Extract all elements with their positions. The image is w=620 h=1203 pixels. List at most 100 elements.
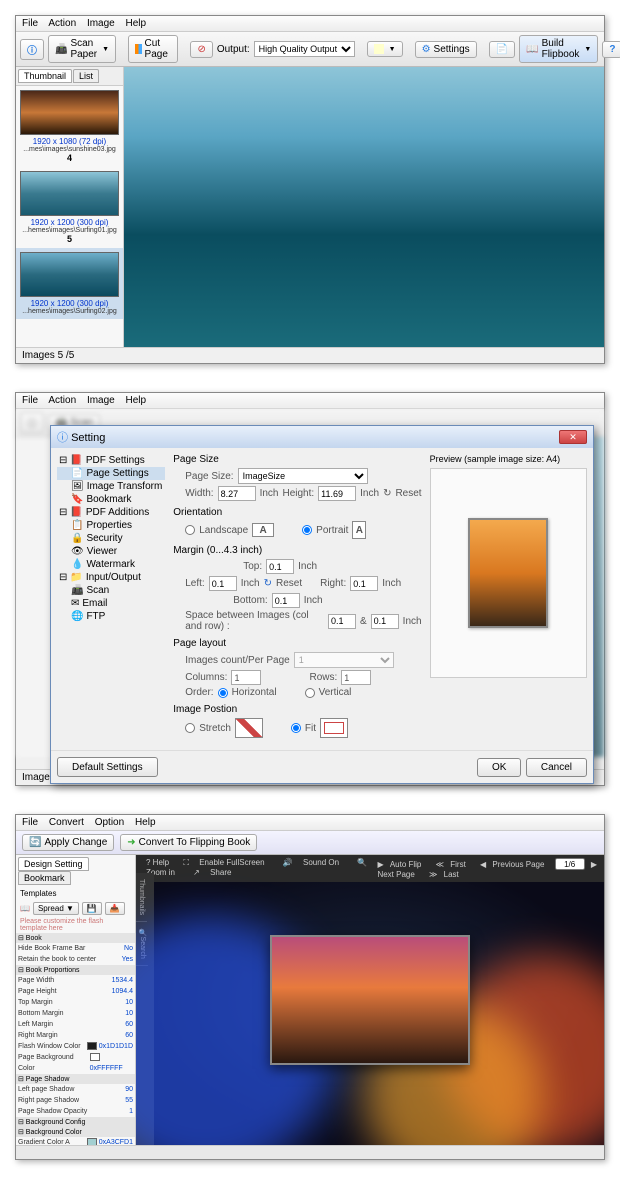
build-flipbook-button[interactable]: 📖Build Flipbook▼ xyxy=(519,35,598,63)
property-value[interactable]: 0xA3CFD1 xyxy=(87,1137,133,1145)
property-group-header[interactable]: ⊟ Background Config xyxy=(16,1117,135,1127)
property-row[interactable]: Left Margin60 xyxy=(16,1019,135,1030)
prev-page-button[interactable]: ◀ Previous Page xyxy=(480,860,548,869)
help-button[interactable]: ? Help xyxy=(146,858,169,867)
portrait-radio[interactable] xyxy=(302,525,312,535)
tree-pdf-settings[interactable]: ⊟📕PDF Settings xyxy=(57,454,165,467)
tree-input-output[interactable]: ⊟📁Input/Output xyxy=(57,571,165,584)
property-row[interactable]: Hide Book Frame BarNo xyxy=(16,943,135,954)
tree-scan[interactable]: 📠Scan xyxy=(57,584,165,597)
apply-change-button[interactable]: 🔄Apply Change xyxy=(22,834,114,851)
tree-viewer[interactable]: 👁Viewer xyxy=(57,545,165,558)
property-row[interactable]: Page Background Color 0xFFFFFF xyxy=(16,1052,135,1074)
settings-button[interactable]: ⚙Settings xyxy=(415,41,477,58)
tree-image-transform[interactable]: 🖼Image Transform xyxy=(57,480,165,493)
cut-page-button[interactable]: Cut Page xyxy=(128,35,178,63)
tab-list[interactable]: List xyxy=(73,69,99,83)
tab-bookmark[interactable]: Bookmark xyxy=(18,871,71,885)
property-value[interactable]: 0x1D1D1D xyxy=(87,1041,133,1052)
property-row[interactable]: Right page Shadow55 xyxy=(16,1095,135,1106)
property-row[interactable]: Bottom Margin10 xyxy=(16,1008,135,1019)
reset-label[interactable]: Reset xyxy=(395,488,421,499)
property-value[interactable]: 55 xyxy=(125,1095,133,1106)
page-size-select[interactable]: ImageSize xyxy=(238,468,368,484)
property-group-header[interactable]: ⊟ Book xyxy=(16,933,135,943)
color-button[interactable]: ▼ xyxy=(367,41,403,57)
thumbnail-item[interactable]: 1920 x 1200 (300 dpi) ...hemes\images\Su… xyxy=(16,248,123,319)
property-value[interactable]: 1094.4 xyxy=(112,986,133,997)
property-value[interactable]: 90 xyxy=(125,1084,133,1095)
property-value[interactable]: Yes xyxy=(122,954,133,965)
cancel-button[interactable]: Cancel xyxy=(526,758,587,777)
property-row[interactable]: Retain the book to centerYes xyxy=(16,954,135,965)
vertical-radio[interactable] xyxy=(305,688,315,698)
flipbook-page[interactable] xyxy=(270,935,470,1065)
sound-button[interactable]: 🔊 Sound On xyxy=(279,858,343,867)
menu-option[interactable]: Option xyxy=(95,817,124,828)
menu-file[interactable]: File xyxy=(22,817,38,828)
stop-button[interactable]: ⊘ xyxy=(190,41,212,58)
reset-label[interactable]: Reset xyxy=(276,578,302,589)
menu-help[interactable]: Help xyxy=(135,817,156,828)
top-margin-input[interactable] xyxy=(266,559,294,574)
menu-action[interactable]: Action xyxy=(48,18,76,29)
property-group-header[interactable]: ⊟ Page Shadow xyxy=(16,1074,135,1084)
thumbnails-tab[interactable]: Thumbnails xyxy=(136,873,147,922)
share-button[interactable]: ↗ Share xyxy=(189,868,235,877)
thumbnail-item[interactable]: 1920 x 1080 (72 dpi) ...mes\images\sunsh… xyxy=(16,86,123,167)
property-row[interactable]: Right Margin60 xyxy=(16,1030,135,1041)
property-row[interactable]: Flash Window Color 0x1D1D1D xyxy=(16,1041,135,1052)
thumbnail-item[interactable]: 1920 x 1200 (300 dpi) ...hemes\images\Su… xyxy=(16,167,123,248)
menu-help[interactable]: Help xyxy=(126,395,147,406)
property-value[interactable]: 1534.4 xyxy=(112,975,133,986)
ok-button[interactable]: OK xyxy=(477,758,521,777)
menu-image[interactable]: Image xyxy=(87,18,115,29)
fit-radio[interactable] xyxy=(291,723,301,733)
close-button[interactable]: ✕ xyxy=(559,430,587,444)
tab-design-setting[interactable]: Design Setting xyxy=(18,857,89,871)
left-margin-input[interactable] xyxy=(209,576,237,591)
menu-image[interactable]: Image xyxy=(87,395,115,406)
reset-icon[interactable]: ↻ xyxy=(383,488,391,499)
property-value[interactable]: 10 xyxy=(125,997,133,1008)
width-input[interactable] xyxy=(218,486,256,501)
tree-page-settings[interactable]: 📄Page Settings xyxy=(57,467,165,480)
page-input[interactable] xyxy=(555,858,585,870)
property-row[interactable]: Left page Shadow90 xyxy=(16,1084,135,1095)
tree-ftp[interactable]: 🌐FTP xyxy=(57,610,165,623)
tree-properties[interactable]: 📋Properties xyxy=(57,519,165,532)
first-page-button[interactable]: ≪ First xyxy=(436,860,470,869)
menu-file[interactable]: File xyxy=(22,18,38,29)
stretch-radio[interactable] xyxy=(185,723,195,733)
import-template-button[interactable]: 📥 xyxy=(105,902,125,915)
tree-email[interactable]: ✉Email xyxy=(57,597,165,610)
convert-button[interactable]: ➜Convert To Flipping Book xyxy=(120,834,257,851)
scan-paper-button[interactable]: 📠Scan Paper▼ xyxy=(48,35,116,63)
last-page-button[interactable]: ≫ Last xyxy=(429,870,463,879)
property-value[interactable]: 10 xyxy=(125,1008,133,1019)
property-group-header[interactable]: ⊟ Book Proportions xyxy=(16,965,135,975)
property-value[interactable]: 1 xyxy=(129,1106,133,1117)
tree-pdf-additions[interactable]: ⊟📕PDF Additions xyxy=(57,506,165,519)
row-space-input[interactable] xyxy=(371,614,399,629)
page-button[interactable]: 📄 xyxy=(489,41,515,58)
images-count-select[interactable]: 1 xyxy=(294,652,394,668)
autoflip-button[interactable]: ▶ Auto Flip xyxy=(377,860,425,869)
spread-button[interactable]: Spread ▼ xyxy=(33,902,79,915)
property-row[interactable]: Page Shadow Opacity1 xyxy=(16,1106,135,1117)
property-value[interactable]: 60 xyxy=(125,1030,133,1041)
fullscreen-button[interactable]: ⛶ Enable FullScreen xyxy=(179,858,268,867)
menu-file[interactable]: File xyxy=(22,395,38,406)
tree-bookmark[interactable]: 🔖Bookmark xyxy=(57,493,165,506)
property-group-header[interactable]: ⊟ Background Color xyxy=(16,1127,135,1137)
menu-help[interactable]: Help xyxy=(126,18,147,29)
property-row[interactable]: Page Width1534.4 xyxy=(16,975,135,986)
bottom-margin-input[interactable] xyxy=(272,593,300,608)
horizontal-radio[interactable] xyxy=(218,688,228,698)
help-button[interactable]: ? xyxy=(602,41,620,58)
save-template-button[interactable]: 💾 xyxy=(82,902,102,915)
property-value[interactable]: 0xFFFFFF xyxy=(90,1052,133,1074)
tree-security[interactable]: 🔒Security xyxy=(57,532,165,545)
info-button[interactable]: ⓘ xyxy=(20,39,44,60)
property-value[interactable]: 60 xyxy=(125,1019,133,1030)
